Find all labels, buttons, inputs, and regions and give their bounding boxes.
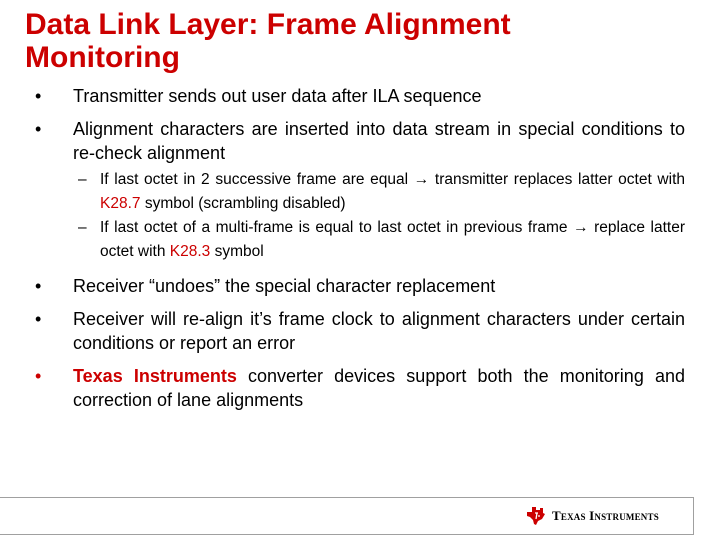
arrow-right-icon: →: [573, 219, 589, 236]
sub-bullet-list: – If last octet in 2 successive frame ar…: [35, 168, 685, 264]
bullet-icon: •: [35, 119, 42, 139]
logo-text: Texas Instruments: [552, 508, 659, 523]
footer-divider-bottom: [0, 534, 694, 535]
symbol-highlight: K28.3: [169, 243, 211, 260]
sub-bullet-text-after: symbol: [210, 243, 264, 260]
slide-body: • Transmitter sends out user data after …: [35, 84, 685, 421]
sub-bullet-text-before: If last octet of a multi-frame is equal …: [100, 219, 574, 236]
dash-icon: –: [78, 219, 87, 236]
bullet-item: • Texas Instruments converter devices su…: [35, 364, 685, 412]
dash-icon: –: [78, 171, 87, 188]
bullet-text: Transmitter sends out user data after IL…: [73, 86, 482, 106]
sub-bullet-item: – If last octet of a multi-frame is equa…: [35, 216, 685, 264]
bullet-text: Receiver will re-align it’s frame clock …: [73, 309, 685, 353]
bullet-item: • Transmitter sends out user data after …: [35, 84, 685, 108]
bullet-item: • Receiver “undoes” the special characte…: [35, 274, 685, 298]
arrow-right-icon: →: [413, 171, 430, 188]
bullet-item: • Alignment characters are inserted into…: [35, 117, 685, 165]
footer-divider: [0, 497, 693, 498]
slide-title: Data Link Layer: Frame Alignment Monitor…: [25, 8, 511, 74]
bullet-item: • Receiver will re-align it’s frame cloc…: [35, 307, 685, 355]
sub-bullet-text-before: If last octet in 2 successive frame are …: [100, 171, 414, 188]
footer-divider-vertical: [693, 497, 694, 534]
bullet-icon: •: [35, 276, 42, 296]
bullet-icon: •: [35, 86, 42, 106]
bullet-icon: •: [35, 366, 42, 386]
sub-bullet-text-middle: transmitter replaces latter octet with: [429, 171, 685, 188]
company-highlight: Texas Instruments: [73, 366, 237, 386]
bullet-text: Alignment characters are inserted into d…: [73, 119, 685, 163]
symbol-highlight: K28.7: [100, 195, 141, 212]
ti-logo: Texas Instruments: [526, 505, 659, 527]
bullet-text: Receiver “undoes” the special character …: [73, 276, 496, 296]
sub-bullet-item: – If last octet in 2 successive frame ar…: [35, 168, 685, 216]
ti-state-logo-icon: [527, 507, 545, 525]
sub-bullet-text-after: symbol (scrambling disabled): [140, 195, 346, 212]
bullet-icon: •: [35, 309, 42, 329]
